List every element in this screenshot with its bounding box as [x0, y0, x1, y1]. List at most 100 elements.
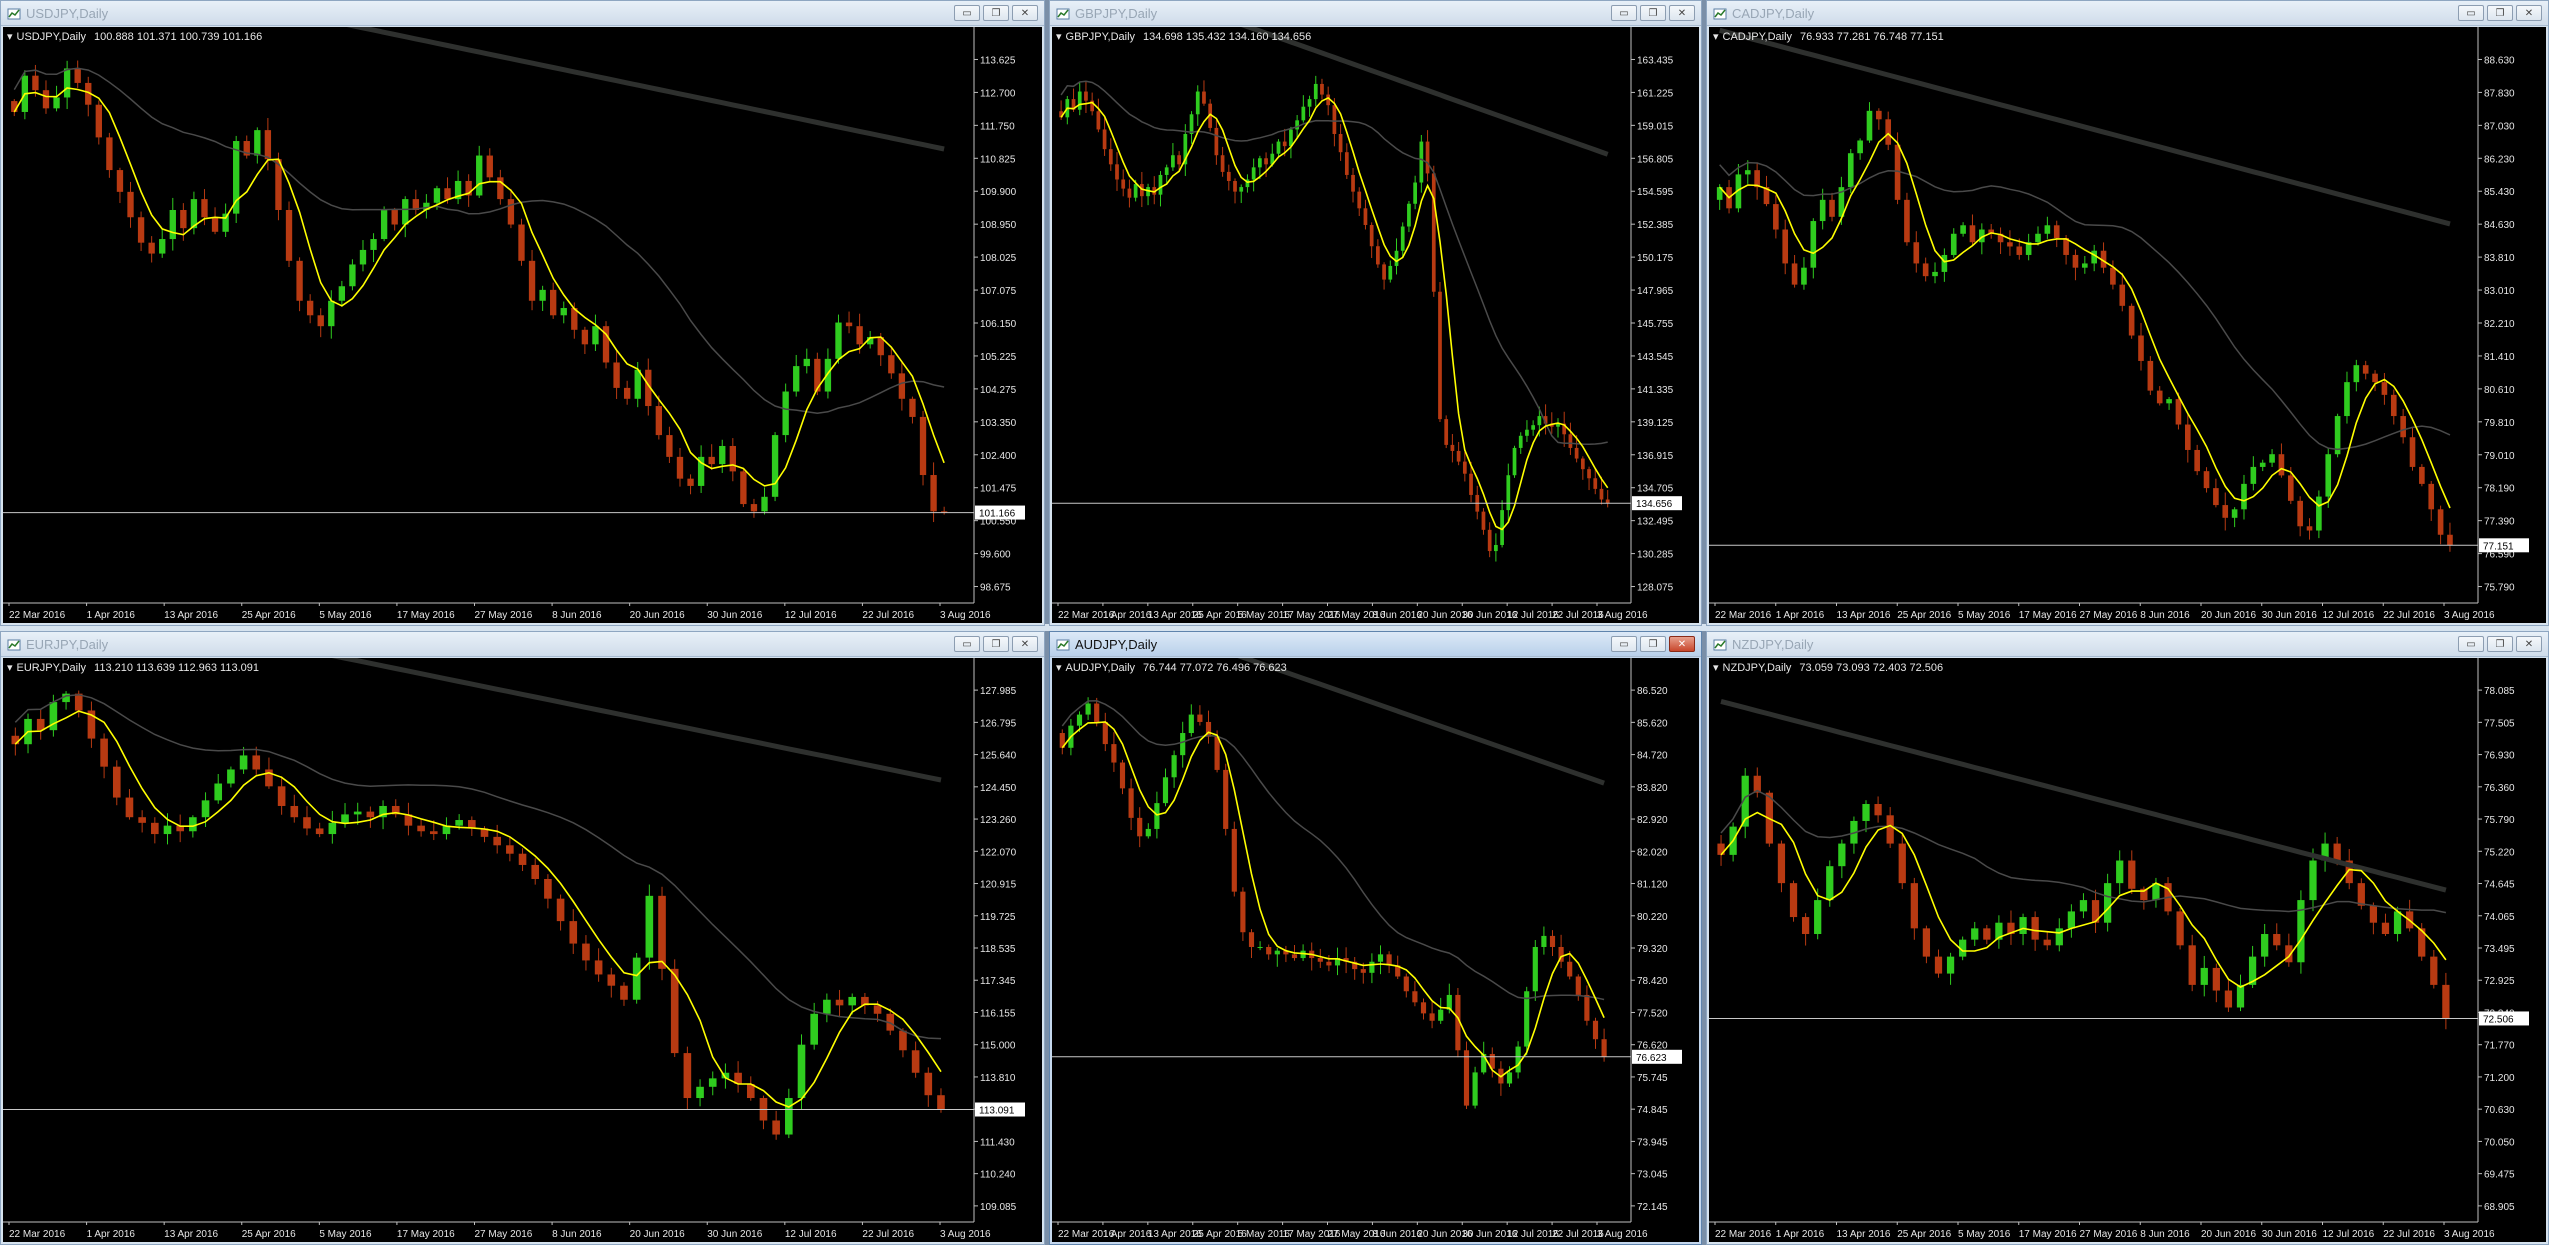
- minimize-icon[interactable]: ▭: [954, 5, 980, 21]
- candle-body: [201, 800, 210, 818]
- candle-body: [1108, 149, 1113, 165]
- restore-icon[interactable]: ❐: [983, 5, 1009, 21]
- price-tick-label: 75.745: [1637, 1073, 1668, 1084]
- candle-body: [1388, 265, 1393, 280]
- symbol-label: USDJPY,Daily: [16, 31, 87, 43]
- candle-body: [169, 210, 176, 240]
- close-icon[interactable]: ✕: [1012, 636, 1038, 652]
- minimize-icon[interactable]: ▭: [2458, 5, 2484, 21]
- candle-body: [1076, 714, 1083, 726]
- close-icon[interactable]: ✕: [1012, 5, 1038, 21]
- candle-body: [2043, 939, 2051, 946]
- minimize-icon[interactable]: ▭: [2458, 636, 2484, 652]
- candle-body: [729, 445, 736, 472]
- time-tick-label: 12 Jul 2016: [2323, 1229, 2375, 1240]
- candle-body: [506, 845, 514, 854]
- close-icon[interactable]: ✕: [2516, 5, 2542, 21]
- dropdown-triangle-icon[interactable]: ▾: [7, 662, 13, 674]
- chart-window-eurjpy[interactable]: EURJPY,Daily ▭ ❐ ✕ 127.985 126.795 125.640 124.…: [0, 631, 1045, 1245]
- restore-icon[interactable]: ❐: [1640, 636, 1666, 652]
- candle-body: [1425, 141, 1430, 174]
- restore-icon[interactable]: ❐: [2487, 636, 2513, 652]
- candle-body: [1537, 416, 1542, 426]
- window-titlebar[interactable]: USDJPY,Daily ▭ ❐ ✕: [1, 1, 1044, 26]
- restore-icon[interactable]: ❐: [2487, 5, 2513, 21]
- candle-body: [1587, 469, 1591, 479]
- candle-body: [1094, 703, 1100, 722]
- candles: [1059, 75, 1610, 562]
- minimize-icon[interactable]: ▭: [954, 636, 980, 652]
- candle-body: [1382, 264, 1386, 280]
- candle-body: [2194, 449, 2200, 472]
- time-tick-label: 27 May 2016: [475, 1229, 533, 1240]
- candle-body: [1313, 83, 1318, 100]
- candlestick-chart[interactable]: 113.625 112.700 111.750 110.825 109.900 108.9…: [3, 27, 1042, 623]
- candlestick-chart[interactable]: 88.630 87.830 87.030 86.230 85.430 84.630 83.8…: [1709, 27, 2546, 623]
- price-chart[interactable]: 127.985 126.795 125.640 124.450 123.260 122.0…: [3, 658, 1042, 1242]
- dropdown-triangle-icon[interactable]: ▾: [1713, 662, 1719, 674]
- candle-body: [214, 783, 223, 801]
- candle-body: [1922, 928, 1931, 957]
- window-titlebar[interactable]: CADJPY,Daily ▭ ❐ ✕: [1707, 1, 2548, 26]
- close-icon[interactable]: ✕: [2516, 636, 2542, 652]
- candle-body: [1369, 961, 1375, 973]
- close-icon[interactable]: ✕: [1669, 636, 1695, 652]
- candle-body: [1282, 141, 1287, 147]
- price-tick-label: 82.020: [1637, 847, 1668, 858]
- time-tick-label: 13 Apr 2016: [1837, 610, 1891, 621]
- candle-body: [148, 242, 155, 254]
- dropdown-triangle-icon[interactable]: ▾: [1056, 31, 1062, 43]
- price-chart[interactable]: 113.625 112.700 111.750 110.825 109.900 108.9…: [3, 27, 1042, 623]
- chart-window-cadjpy[interactable]: CADJPY,Daily ▭ ❐ ✕ 88.630 87.830 87.030 86.230 8…: [1706, 0, 2549, 626]
- chart-window-gbpjpy[interactable]: GBPJPY,Daily ▭ ❐ ✕ 163.435 161.225 159.015 156.…: [1049, 0, 1702, 626]
- candle-body: [1932, 271, 1938, 277]
- candle-body: [497, 177, 504, 200]
- dropdown-triangle-icon[interactable]: ▾: [7, 31, 13, 43]
- candle-body: [2031, 917, 2039, 940]
- price-tick-label: 74.065: [2484, 912, 2515, 923]
- restore-icon[interactable]: ❐: [983, 636, 1009, 652]
- price-tick-label: 75.790: [2484, 583, 2515, 594]
- candle-body: [1584, 994, 1590, 1021]
- candle-body: [2344, 382, 2350, 417]
- ohlc-values: 73.059 73.093 72.403 72.506: [1799, 662, 1944, 674]
- current-price-label: 134.656: [1636, 499, 1673, 510]
- candle-body: [1469, 473, 1473, 495]
- time-tick-label: 22 Mar 2016: [9, 610, 66, 621]
- candle-body: [1515, 1046, 1521, 1073]
- window-titlebar[interactable]: AUDJPY,Daily ▭ ❐ ✕: [1050, 632, 1701, 657]
- candle-body: [1599, 488, 1604, 500]
- candle-body: [1137, 817, 1143, 837]
- candle-body: [544, 878, 552, 899]
- candle-body: [1525, 429, 1529, 436]
- price-chart[interactable]: 163.435 161.225 159.015 156.805 154.595 152.3…: [1052, 27, 1699, 623]
- candle-body: [623, 387, 631, 399]
- window-titlebar[interactable]: EURJPY,Daily ▭ ❐ ✕: [1, 632, 1044, 657]
- price-tick-label: 112.700: [980, 88, 1016, 99]
- price-tick-label: 75.220: [2484, 847, 2515, 858]
- chart-window-usdjpy[interactable]: USDJPY,Daily ▭ ❐ ✕ 113.625 112.700 111.750 110.…: [0, 0, 1045, 626]
- window-titlebar[interactable]: NZDJPY,Daily ▭ ❐ ✕: [1707, 632, 2548, 657]
- candlestick-chart[interactable]: 163.435 161.225 159.015 156.805 154.595 152.3…: [1052, 27, 1699, 623]
- candle-body: [2437, 509, 2444, 535]
- minimize-icon[interactable]: ▭: [1611, 5, 1637, 21]
- dropdown-triangle-icon[interactable]: ▾: [1056, 662, 1062, 674]
- chart-window-nzdjpy[interactable]: NZDJPY,Daily ▭ ❐ ✕ 78.085 77.505 76.930 76.360 7…: [1706, 631, 2549, 1245]
- time-tick-label: 3 Aug 2016: [2444, 1229, 2495, 1240]
- price-chart[interactable]: 88.630 87.830 87.030 86.230 85.430 84.630 83.8…: [1709, 27, 2546, 623]
- price-chart[interactable]: 86.520 85.620 84.720 83.820 82.920 82.020 81.1…: [1052, 658, 1699, 1242]
- candle-body: [1085, 703, 1091, 715]
- window-titlebar[interactable]: GBPJPY,Daily ▭ ❐ ✕: [1050, 1, 1701, 26]
- candle-body: [1601, 1039, 1607, 1057]
- candlestick-chart[interactable]: 86.520 85.620 84.720 83.820 82.920 82.020 81.1…: [1052, 658, 1699, 1242]
- candle-body: [1233, 181, 1237, 192]
- candlestick-chart[interactable]: 78.085 77.505 76.930 76.360 75.790 75.220 74.6…: [1709, 658, 2546, 1242]
- chart-window-audjpy[interactable]: AUDJPY,Daily ▭ ❐ ✕ 86.520 85.620 84.720 83.820 8…: [1049, 631, 1702, 1245]
- candle-body: [2212, 967, 2220, 991]
- close-icon[interactable]: ✕: [1669, 5, 1695, 21]
- price-chart[interactable]: 78.085 77.505 76.930 76.360 75.790 75.220 74.6…: [1709, 658, 2546, 1242]
- restore-icon[interactable]: ❐: [1640, 5, 1666, 21]
- minimize-icon[interactable]: ▭: [1611, 636, 1637, 652]
- candlestick-chart[interactable]: 127.985 126.795 125.640 124.450 123.260 122.0…: [3, 658, 1042, 1242]
- dropdown-triangle-icon[interactable]: ▾: [1713, 31, 1719, 43]
